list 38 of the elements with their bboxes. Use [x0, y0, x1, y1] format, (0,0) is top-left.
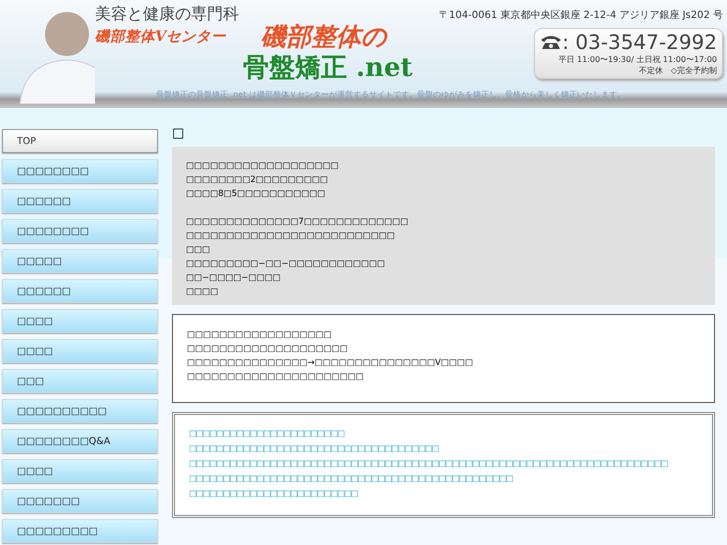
nav-link[interactable]: □□□□□□□□: [2, 219, 158, 243]
nav-link[interactable]: □□□□□□□□Q&A: [2, 429, 158, 453]
nav-link[interactable]: □□□□□□□□: [2, 159, 158, 183]
nav-link[interactable]: TOP: [2, 129, 158, 153]
text-line: □□□: [186, 245, 210, 255]
opening-hours: 平日 11:00〜19:30/ 土日祝 11:00〜17:00: [557, 54, 717, 65]
text-line: □□□□□□□□□□□□□□□□□□: [187, 330, 332, 340]
nav-link[interactable]: □□□□□□: [2, 279, 158, 303]
tagline: 美容と健康の専門科: [94, 4, 239, 25]
nav-link[interactable]: □□□□: [2, 339, 158, 363]
logo-text: 磯部整体の: [260, 21, 388, 53]
text-line: □□□□□□□□□□□□□□7□□□□□□□□□□□□□: [186, 217, 408, 227]
clinic-name: 磯部整体Vセンター: [94, 27, 228, 46]
phone-number: : 03-3547-2992: [562, 30, 717, 54]
text-line: □□−□□□□−□□□□: [186, 273, 281, 283]
text-line: □□□□□□□□2□□□□□□□□□: [186, 175, 328, 185]
nav-link[interactable]: □□□: [2, 369, 158, 393]
nav-link[interactable]: □□□□□: [2, 249, 158, 273]
text-line: □□□□□□□□□□□□□□□→□□□□□□□□□□□□□□□V□□□□: [187, 358, 473, 368]
phone-icon: [540, 34, 562, 50]
nav-link[interactable]: □□□□□□: [2, 189, 158, 213]
text-line: □□□□□□□□□□□□□□□□□□□□□□: [187, 372, 364, 382]
address: 〒104-0061 東京都中央区銀座 2-12-4 アジリア銀座 Js202 号: [439, 8, 723, 22]
page-title: □: [172, 125, 186, 143]
nav-link[interactable]: □□□□□□□: [2, 489, 158, 513]
closing-note: 不定休 ◇完全予約制: [638, 65, 717, 76]
text-line: □□□□□□□□□−□□−□□□□□□□□□□□□: [186, 259, 385, 269]
nav-link[interactable]: □□□□□□□□□: [2, 519, 158, 543]
nav-link[interactable]: □□□□: [2, 459, 158, 483]
text-line: □□□□: [186, 287, 218, 297]
text-line: □□□□□□□□□□□□□□□□□□□□: [187, 344, 348, 354]
text-line: □□□□□□□□□□□□□□□□□□□: [186, 161, 339, 171]
nav-link[interactable]: □□□□: [2, 309, 158, 333]
text-line: □□□□8□5□□□□□□□□□□□: [186, 189, 326, 199]
caption: 骨盤矯正の骨盤矯正 .net は磯部整体Ｖセンターが運営するサイトです。骨盤のゆがみを矯正し、骨格から美しく矯正いたします。: [156, 89, 626, 100]
text-line: □□□□□□□□□□□□□□□□□□□□□□□□□□: [186, 231, 395, 241]
logo-text: 骨盤矯正 .net: [242, 53, 414, 83]
nav-link[interactable]: □□□□□□□□□□: [2, 399, 158, 423]
